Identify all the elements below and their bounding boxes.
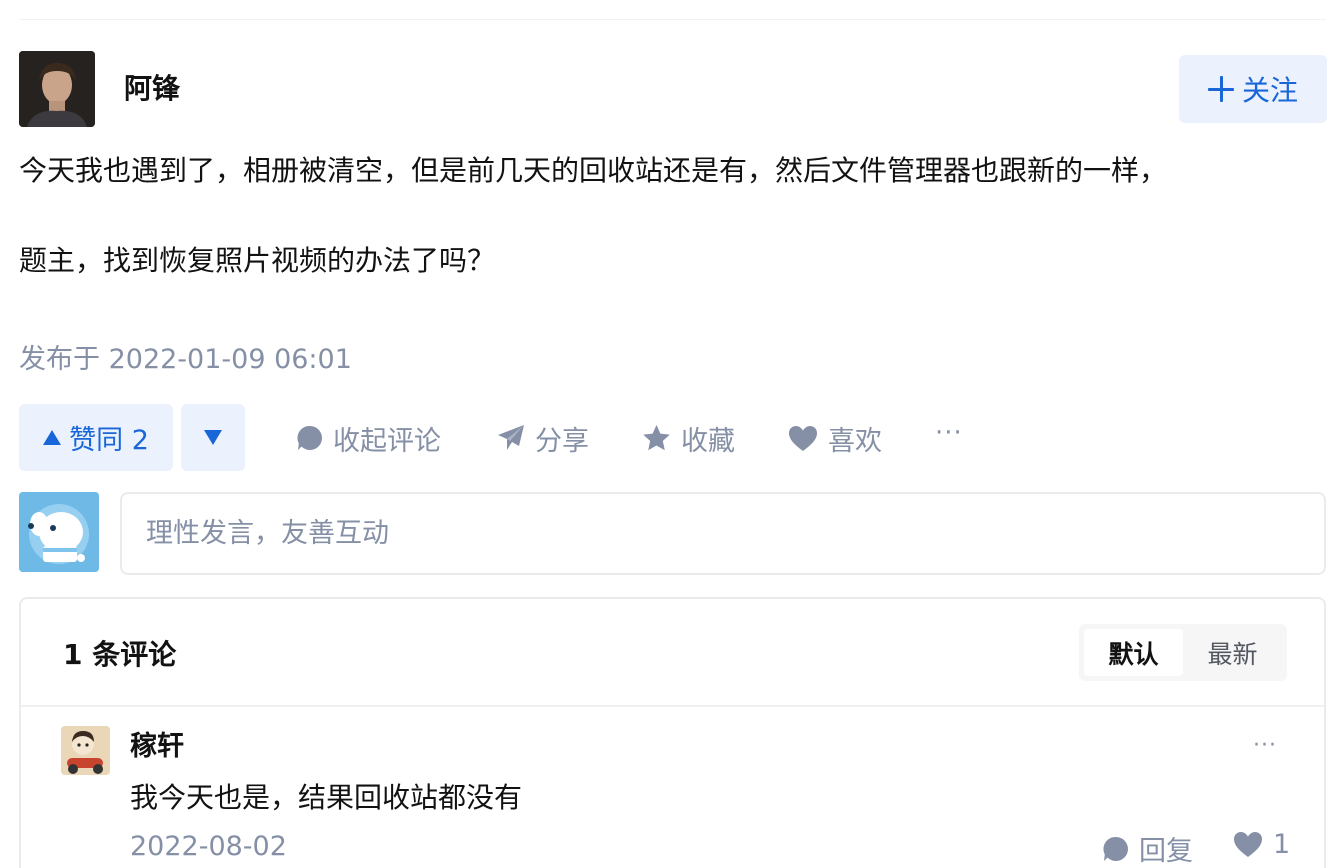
sort-latest-tab[interactable]: 最新: [1183, 629, 1282, 676]
vote-up-label: 赞同 2: [69, 425, 149, 456]
comment-bubble-icon: [1103, 836, 1128, 861]
triangle-up-icon: [43, 430, 62, 445]
comment-author-name[interactable]: 稼轩: [130, 727, 184, 767]
comment-like-count: 1: [1273, 829, 1291, 860]
heart-icon: [789, 425, 817, 451]
current-user-avatar: [19, 492, 99, 572]
comment-author-avatar[interactable]: [61, 726, 110, 775]
panel-divider: [21, 705, 1324, 707]
more-actions-button[interactable]: ···: [935, 418, 963, 448]
sort-default-tab[interactable]: 默认: [1084, 629, 1183, 676]
vote-up-button[interactable]: 赞同 2: [19, 404, 173, 471]
collapse-comments-button[interactable]: 收起评论: [297, 416, 441, 460]
collect-button[interactable]: 收藏: [642, 416, 735, 460]
paper-plane-icon: [498, 425, 524, 450]
collect-label: 收藏: [681, 425, 735, 457]
follow-button-label: 关注: [1241, 74, 1298, 107]
top-divider: [19, 19, 1326, 20]
comment-reply-button[interactable]: 回复: [1103, 829, 1193, 868]
heart-icon: [1234, 832, 1262, 857]
like-label: 喜欢: [828, 425, 882, 457]
comment-more-button[interactable]: ···: [1253, 733, 1277, 758]
like-button[interactable]: 喜欢: [788, 416, 882, 460]
share-button[interactable]: 分享: [497, 416, 589, 460]
comments-panel: 1 条评论 默认 最新 稼轩 ··· 我今天也是，结果回收站都没有 2022-0…: [19, 597, 1326, 868]
collapse-comments-label: 收起评论: [333, 425, 441, 457]
star-icon: [643, 425, 670, 451]
author-avatar[interactable]: [19, 51, 95, 127]
triangle-down-icon: [204, 430, 222, 445]
comment-date: 2022-08-02: [130, 831, 287, 862]
publish-time[interactable]: 发布于 2022-01-09 06:01: [19, 340, 352, 380]
share-label: 分享: [535, 425, 589, 457]
author-name[interactable]: 阿锋: [124, 70, 180, 108]
comments-count: 1 条评论: [63, 638, 177, 671]
comment-reply-label: 回复: [1139, 836, 1193, 867]
comment-bubble-icon: [297, 425, 322, 450]
plus-icon: [1207, 76, 1234, 102]
comment-sort-toggle: 默认 最新: [1079, 624, 1287, 681]
comment-like-button[interactable]: 1: [1233, 829, 1290, 860]
content-paragraph: 今天我也遇到了，相册被清空，但是前几天的回收站还是有，然后文件管理器也跟新的一样…: [19, 154, 1168, 187]
follow-button[interactable]: 关注: [1179, 55, 1327, 123]
comment-text: 我今天也是，结果回收站都没有: [130, 781, 523, 814]
answer-content: 今天我也遇到了，相册被清空，但是前几天的回收站还是有，然后文件管理器也跟新的一样…: [19, 148, 1319, 283]
content-paragraph: 题主，找到恢复照片视频的办法了吗？: [19, 244, 496, 277]
comment-input[interactable]: [120, 492, 1326, 575]
vote-down-button[interactable]: [181, 404, 245, 471]
